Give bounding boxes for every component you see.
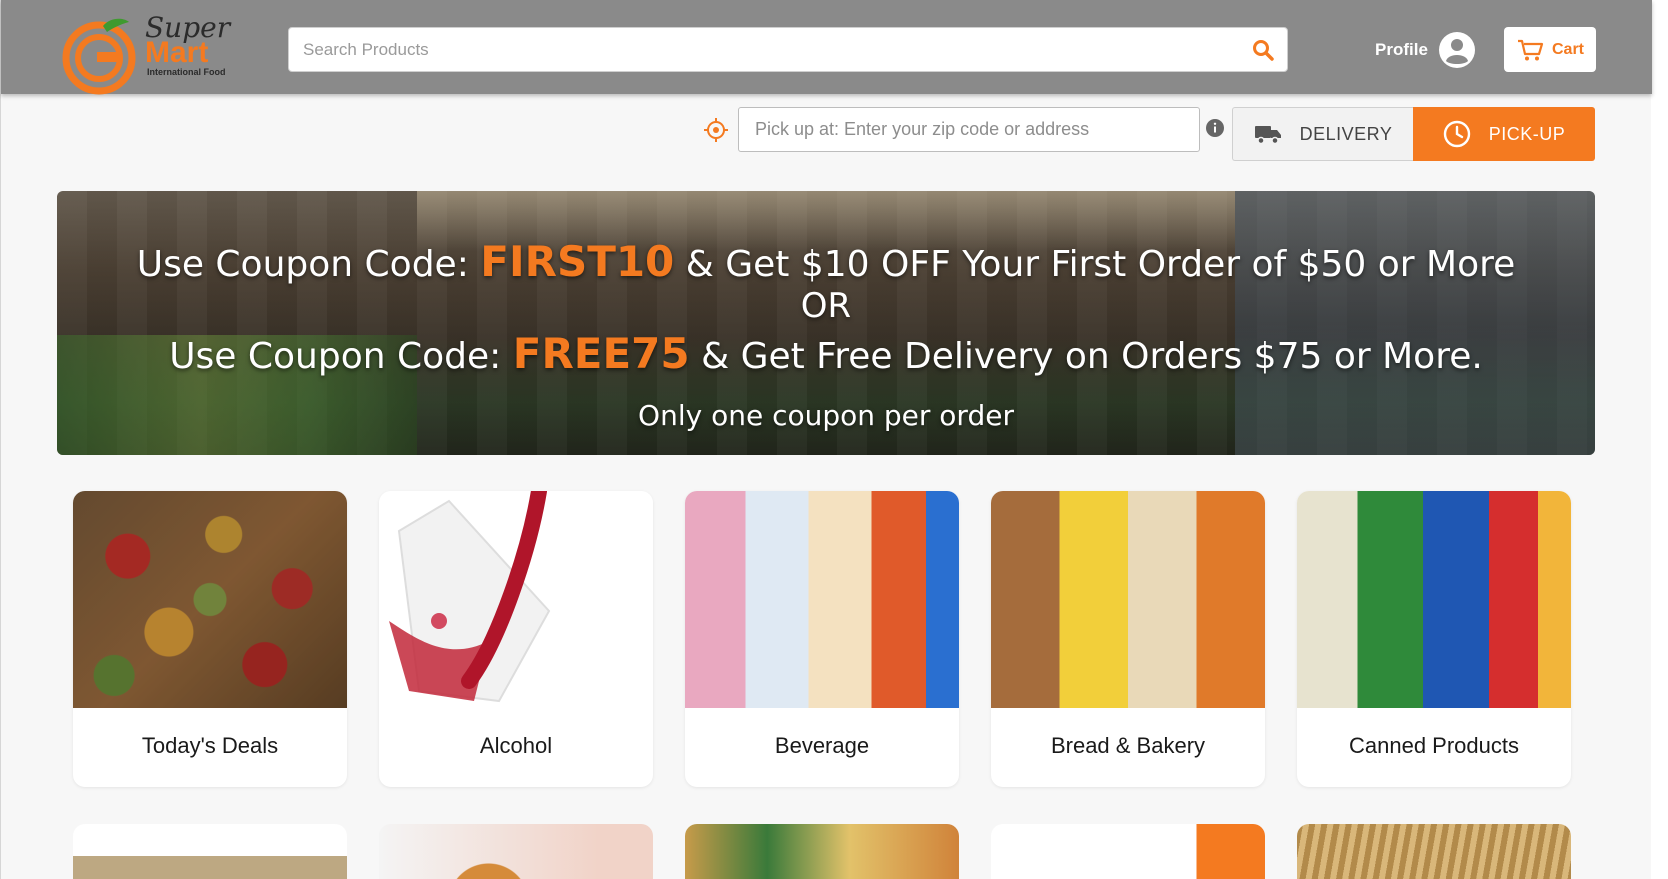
cart-label: Cart (1551, 40, 1584, 58)
category-card-row2-5[interactable] (1297, 824, 1571, 879)
category-card-bread-bakery[interactable]: Bread & Bakery (991, 491, 1265, 787)
coupon-code-free75: FREE75 (512, 329, 690, 378)
category-card-alcohol[interactable]: Alcohol (379, 491, 653, 787)
category-card-row2-1[interactable] (73, 824, 347, 879)
logo-emblem-icon (62, 18, 136, 95)
search-input[interactable] (303, 28, 1243, 71)
top-header: Super Mart International Food Profile (1, 0, 1652, 95)
category-card-row2-3[interactable] (685, 824, 959, 879)
category-label: Canned Products (1349, 733, 1519, 758)
banner-text: Use Coupon Code: FIRST10 & Get $10 OFF Y… (57, 191, 1595, 455)
pickup-label: PICK-UP (1488, 123, 1566, 144)
search-bar (288, 27, 1288, 72)
category-card-row2-2[interactable] (379, 824, 653, 879)
page: Super Mart International Food Profile (0, 0, 1652, 879)
fulfillment-toggle: DELIVERY PICK-UP (1232, 107, 1595, 161)
wine-pour-illustration (389, 491, 551, 703)
address-input[interactable] (739, 108, 1199, 151)
category-label: Alcohol (479, 733, 553, 758)
category-label: Bread & Bakery (1050, 733, 1206, 758)
coupon-code-first10: FIRST10 (480, 237, 675, 286)
profile-label: Profile (1375, 40, 1428, 59)
category-label: Beverage (774, 733, 870, 758)
category-label: Today's Deals (141, 733, 279, 758)
truck-icon (1254, 126, 1281, 145)
logo-text: Super Mart International Food (145, 14, 230, 77)
banner-or: OR (800, 286, 852, 326)
category-image-canned-products (1297, 491, 1571, 708)
clock-icon (1443, 120, 1470, 148)
info-icon[interactable] (1205, 118, 1225, 138)
banner-line-1-prefix: Use Coupon Code: (136, 244, 469, 285)
category-image-beverage (685, 491, 959, 708)
category-image-todays-deals (73, 491, 347, 708)
banner-line-3-prefix: Use Coupon Code: (169, 336, 502, 377)
banner-line-3-suffix: & Get Free Delivery on Orders $75 or Mor… (701, 336, 1483, 377)
category-card-row2-4[interactable] (991, 824, 1265, 879)
logo-line-sub: International Food (147, 67, 226, 77)
locate-target-icon[interactable] (703, 117, 729, 143)
user-avatar-icon (1438, 32, 1475, 68)
address-field (738, 107, 1200, 152)
banner-note: Only one coupon per order (638, 399, 1014, 432)
banner-line-3: Use Coupon Code: FREE75 & Get Free Deliv… (57, 329, 1595, 378)
pickup-option[interactable]: PICK-UP (1413, 107, 1595, 161)
cart-icon (1517, 39, 1544, 60)
category-card-beverage[interactable]: Beverage (685, 491, 959, 787)
search-icon[interactable] (1251, 38, 1275, 62)
delivery-option[interactable]: DELIVERY (1232, 107, 1413, 161)
category-image-alcohol (379, 491, 653, 708)
cart-button[interactable]: Cart (1504, 27, 1596, 72)
category-image-bread-bakery (991, 491, 1265, 708)
supermart-logo[interactable]: Super Mart International Food (59, 12, 234, 95)
banner-line-1-suffix: & Get $10 OFF Your First Order of $50 or… (685, 244, 1516, 285)
category-card-todays-deals[interactable]: Today's Deals (73, 491, 347, 787)
category-card-canned-products[interactable]: Canned Products (1297, 491, 1571, 787)
promo-banner[interactable]: Use Coupon Code: FIRST10 & Get $10 OFF Y… (57, 191, 1595, 455)
profile-button[interactable]: Profile (1375, 30, 1476, 70)
delivery-label: DELIVERY (1299, 123, 1393, 144)
banner-line-1: Use Coupon Code: FIRST10 & Get $10 OFF Y… (57, 237, 1595, 286)
